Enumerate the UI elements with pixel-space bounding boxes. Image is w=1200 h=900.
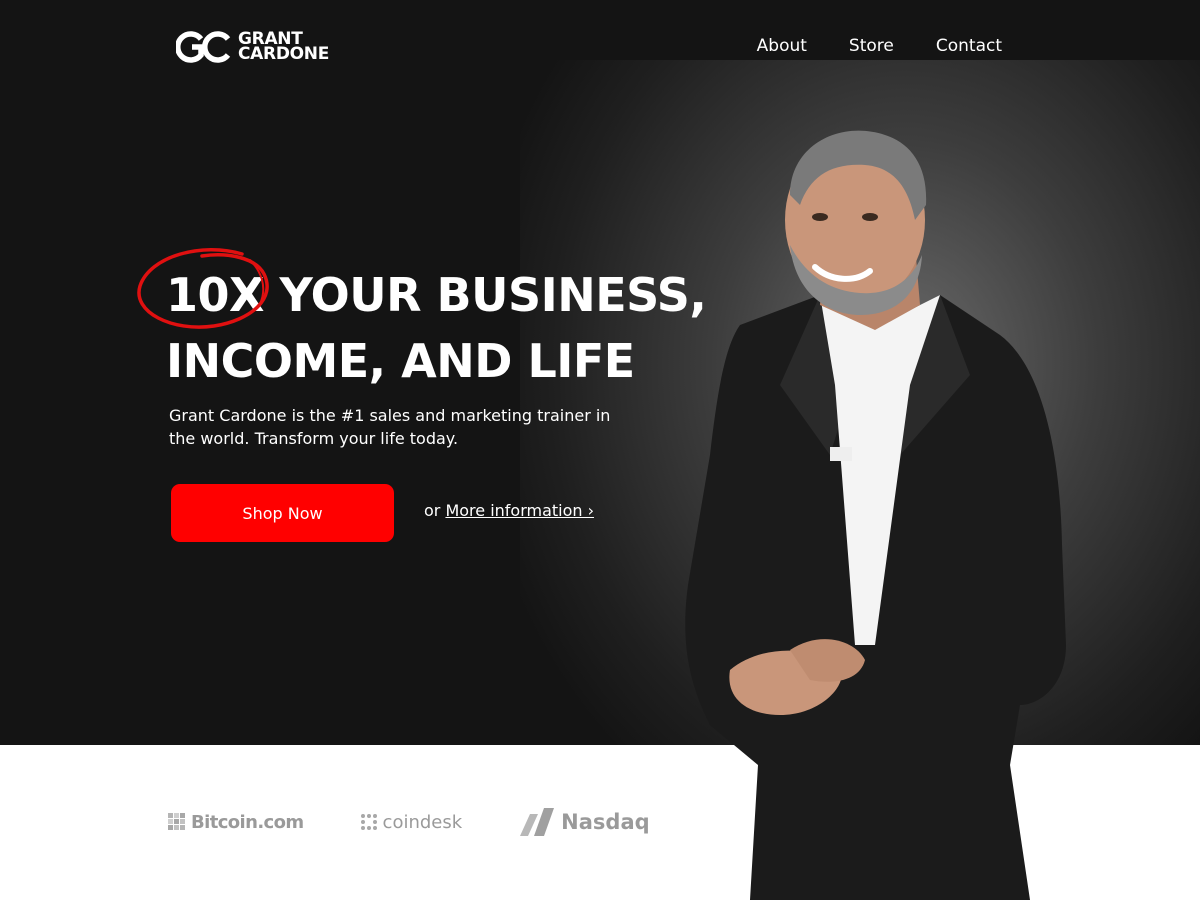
more-info: or More information ›	[424, 501, 594, 520]
partner-nasdaq-label: Nasdaq	[561, 810, 650, 834]
main-nav: About Store Contact	[757, 36, 1002, 56]
partner-nasdaq: Nasdaq	[518, 806, 650, 838]
headline-line1-rest: YOUR BUSINESS,	[263, 268, 707, 322]
more-information-link[interactable]: More information ›	[445, 501, 594, 520]
logo-wordmark: GRANT CARDONE	[238, 31, 330, 64]
headline-highlight: 10X	[137, 247, 269, 329]
nav-store[interactable]: Store	[849, 36, 894, 56]
more-info-prefix: or	[424, 501, 446, 520]
hero-headline: 10X YOUR BUSINESS, INCOME, AND LIFE	[137, 247, 726, 394]
headline-line2: INCOME, AND LIFE	[166, 334, 635, 388]
shop-now-button[interactable]: Shop Now	[171, 484, 394, 542]
partner-coindesk-label: coindesk	[382, 811, 463, 833]
site-logo[interactable]: GRANT CARDONE	[176, 30, 329, 64]
partner-logos: Bitcoin.com coindesk Nasdaq	[168, 806, 650, 838]
partner-bitcoin-label: Bitcoin.com	[191, 811, 304, 833]
nav-about[interactable]: About	[757, 36, 807, 56]
logo-line2: CARDONE	[238, 44, 330, 64]
coindesk-dots-icon	[360, 814, 377, 830]
speaker-photo	[685, 130, 1066, 900]
gc-monogram-icon	[176, 31, 231, 63]
nasdaq-chevron-icon	[520, 808, 555, 836]
partner-coindesk: coindesk	[360, 811, 463, 833]
nav-contact[interactable]: Contact	[936, 36, 1002, 56]
partner-bitcoin: Bitcoin.com	[168, 812, 304, 833]
hero-subtext: Grant Cardone is the #1 sales and market…	[169, 406, 611, 448]
headline-highlight-text: 10X	[166, 268, 264, 322]
bitcoin-pixel-icon	[168, 813, 185, 830]
